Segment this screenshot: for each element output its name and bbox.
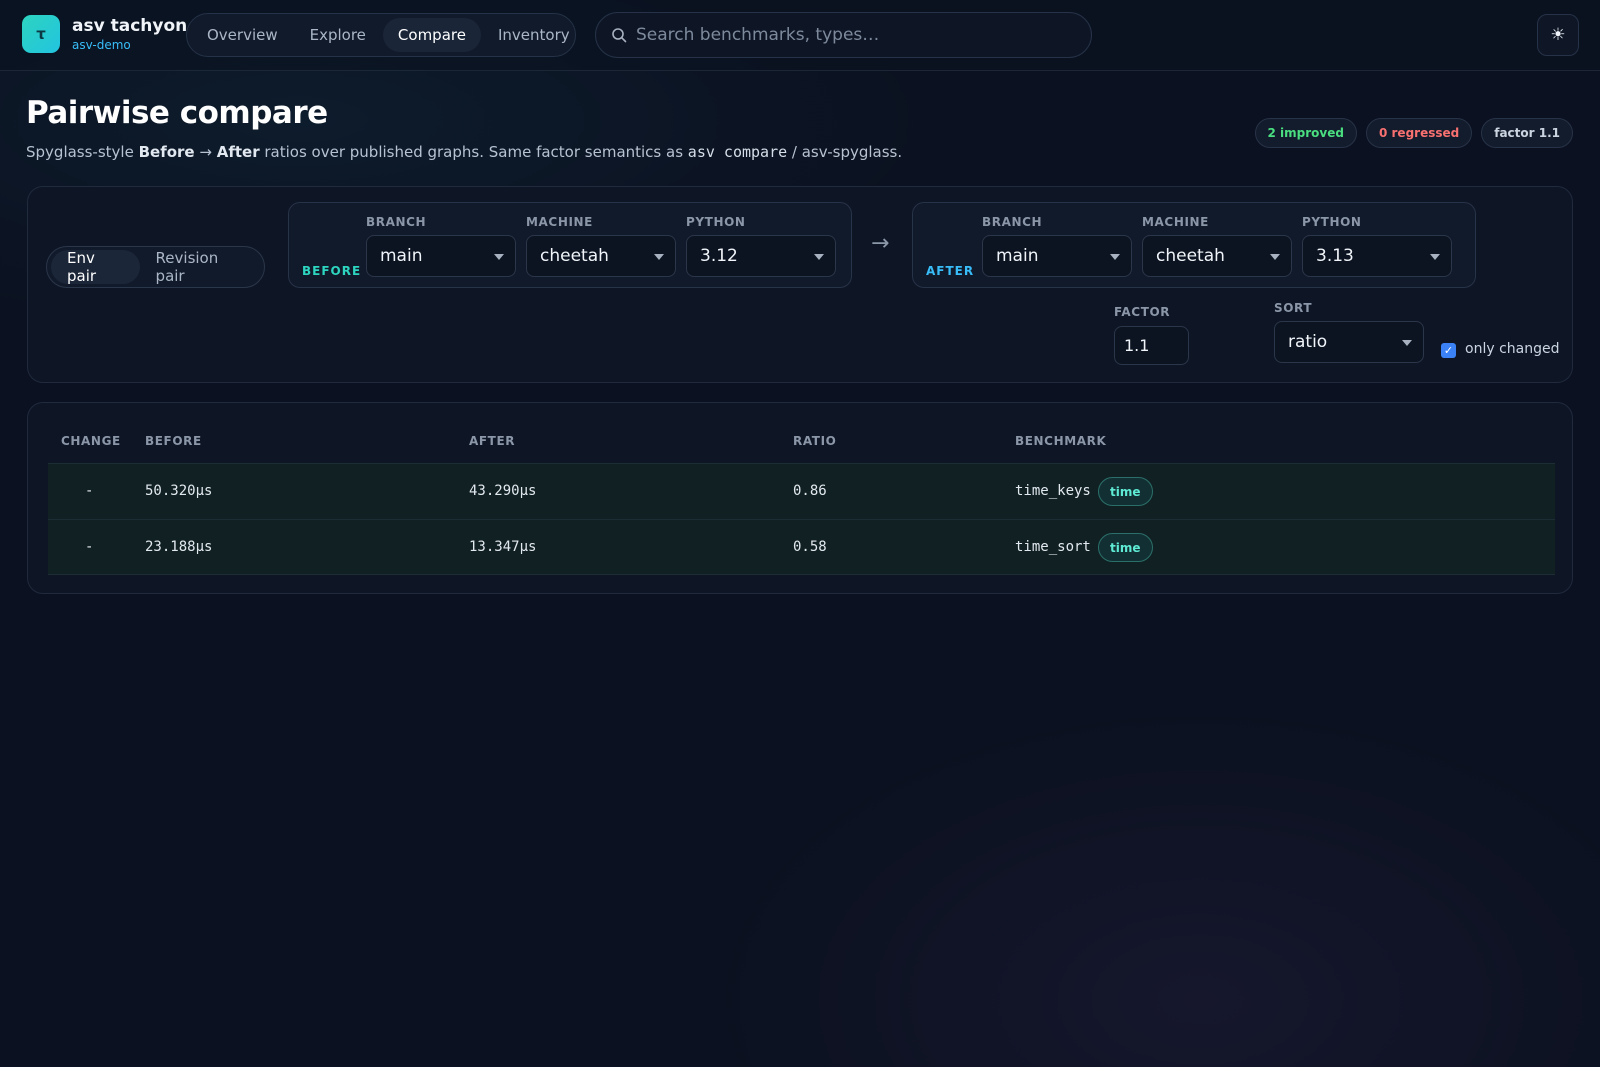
chevron-down-icon [494,254,504,260]
cell-ratio: 0.86 [793,483,827,499]
after-branch-label: BRANCH [982,215,1043,229]
page-subtitle: Spyglass-style Before → After ratios ove… [26,143,902,161]
after-machine-select[interactable]: cheetah [1142,235,1292,277]
cell-change: - [85,539,94,555]
before-python-label: PYTHON [686,215,746,229]
app-logo[interactable]: τ [22,15,60,53]
before-machine-select[interactable]: cheetah [526,235,676,277]
page-title: Pairwise compare [26,95,328,131]
tab-overview[interactable]: Overview [192,18,293,52]
sort-select[interactable]: ratio [1274,321,1424,363]
table-row[interactable]: - 23.188μs 13.347μs 0.58 time_sort time [48,519,1555,575]
after-branch-select[interactable]: main [982,235,1132,277]
benchmark-type-badge: time [1098,533,1153,562]
summary-badges: 2 improved 0 regressed factor 1.1 [1254,118,1573,148]
table-row[interactable]: - 50.320μs 43.290μs 0.86 time_keys time [48,463,1555,519]
revision-pair-button[interactable]: Revision pair [140,249,260,285]
tab-compare[interactable]: Compare [382,18,481,52]
subtitle-before: Before [138,143,195,161]
improved-badge: 2 improved [1254,118,1357,148]
after-tag: AFTER [926,264,975,278]
before-branch-value: main [380,246,423,266]
mode-toggle: Env pair Revision pair [46,246,265,288]
column-header-benchmark[interactable]: BENCHMARK [1015,434,1106,448]
after-machine-label: MACHINE [1142,215,1209,229]
project-name[interactable]: asv-demo [72,38,131,52]
before-machine-value: cheetah [540,246,609,266]
column-header-ratio[interactable]: RATIO [793,434,836,448]
regressed-badge: 0 regressed [1365,118,1473,148]
before-env-group: BEFORE BRANCH main MACHINE cheetah PYTHO… [288,202,852,288]
column-header-after[interactable]: AFTER [469,434,515,448]
theme-toggle-button[interactable]: ☀ [1537,14,1579,56]
cell-before: 50.320μs [145,483,213,499]
cell-change: - [85,483,94,499]
after-machine-value: cheetah [1156,246,1225,266]
subtitle-middle: ratios over published graphs. Same facto… [259,143,688,161]
results-table: CHANGE BEFORE AFTER RATIO BENCHMARK - 50… [27,402,1573,594]
after-branch-value: main [996,246,1039,266]
subtitle-after: After [216,143,260,161]
top-bar: τ asv tachyon asv-demo Overview Explore … [0,0,1600,71]
search-icon [612,28,627,43]
cell-benchmark[interactable]: time_keys [1015,483,1091,499]
sort-label: SORT [1274,301,1313,315]
chevron-down-icon [814,254,824,260]
subtitle-suffix: / asv-spyglass. [787,143,903,161]
chevron-down-icon [654,254,664,260]
cell-after: 13.347μs [469,539,537,555]
before-branch-label: BRANCH [366,215,427,229]
sun-icon: ☀ [1550,25,1566,45]
factor-input[interactable] [1114,326,1189,365]
before-machine-label: MACHINE [526,215,593,229]
app-name: asv tachyon [72,16,188,36]
cell-benchmark[interactable]: time_sort [1015,539,1091,555]
cell-after: 43.290μs [469,483,537,499]
cell-ratio: 0.58 [793,539,827,555]
chevron-down-icon [1110,254,1120,260]
sort-value: ratio [1288,332,1328,352]
tab-explore[interactable]: Explore [295,18,381,52]
compare-controls-panel: Env pair Revision pair BEFORE BRANCH mai… [27,186,1573,383]
search-box [595,12,1092,58]
subtitle-arrow: → [194,143,217,161]
arrow-right-icon: → [871,231,890,256]
after-env-group: AFTER BRANCH main MACHINE cheetah PYTHON… [912,202,1476,288]
factor-label: FACTOR [1114,305,1171,319]
only-changed-checkbox[interactable]: ✓ [1441,343,1456,358]
main-nav: Overview Explore Compare Inventory [186,13,576,57]
before-tag: BEFORE [302,264,362,278]
subtitle-code: asv compare [687,143,788,161]
subtitle-prefix: Spyglass-style [26,143,139,161]
only-changed-label[interactable]: only changed [1465,341,1559,357]
column-header-change[interactable]: CHANGE [61,434,121,448]
after-python-value: 3.13 [1316,246,1354,266]
before-python-value: 3.12 [700,246,738,266]
benchmark-type-badge: time [1098,477,1153,506]
search-input[interactable] [636,21,1076,49]
chevron-down-icon [1430,254,1440,260]
before-branch-select[interactable]: main [366,235,516,277]
check-icon: ✓ [1443,344,1454,357]
before-python-select[interactable]: 3.12 [686,235,836,277]
column-header-before[interactable]: BEFORE [145,434,202,448]
cell-before: 23.188μs [145,539,213,555]
after-python-select[interactable]: 3.13 [1302,235,1452,277]
tab-inventory[interactable]: Inventory [483,18,585,52]
factor-badge: factor 1.1 [1481,118,1573,148]
logo-glyph: τ [36,25,46,43]
chevron-down-icon [1402,340,1412,346]
chevron-down-icon [1270,254,1280,260]
after-python-label: PYTHON [1302,215,1362,229]
env-pair-button[interactable]: Env pair [51,249,140,285]
